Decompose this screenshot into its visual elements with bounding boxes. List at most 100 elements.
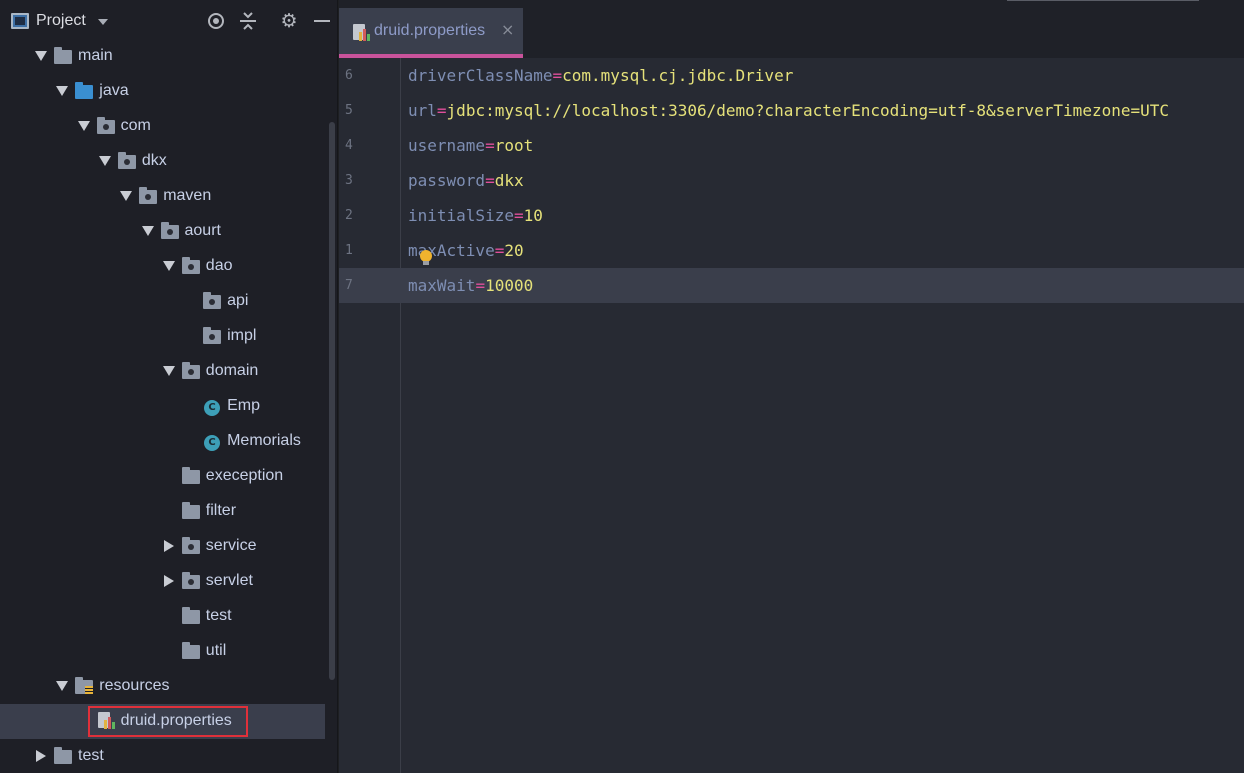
chevron-down-icon[interactable]	[77, 121, 90, 131]
property-value: dkx	[494, 171, 524, 190]
project-tool-window: Project ⚙ main java com dkx maven aourt dao api…	[0, 0, 338, 773]
tree-item[interactable]: maven	[0, 179, 325, 214]
tree-item-label: Memorials	[227, 432, 301, 449]
project-panel-title[interactable]: Project	[36, 12, 86, 30]
chevron-down-icon[interactable]	[162, 261, 175, 271]
folder-icon	[181, 467, 200, 484]
chevron-down-icon[interactable]	[98, 156, 111, 166]
tree-item[interactable]: resources	[0, 669, 325, 704]
tree-item[interactable]: dkx	[0, 144, 325, 179]
collapse-all-icon[interactable]	[238, 11, 258, 31]
lightbulb-icon[interactable]	[419, 250, 433, 266]
tree-item-label: service	[205, 537, 257, 554]
property-key: password	[408, 171, 486, 190]
tree-item[interactable]: C Memorials	[0, 424, 325, 459]
chevron-down-icon[interactable]	[98, 19, 108, 25]
line-number: 5	[345, 103, 353, 118]
tree-item[interactable]: dao	[0, 249, 325, 284]
tree-item-label: domain	[205, 362, 259, 379]
package-folder-icon	[181, 537, 200, 554]
code-text: url=jdbc:mysql://localhost:3306/demo?cha…	[408, 101, 1169, 120]
tree-item[interactable]: com	[0, 109, 325, 144]
tree-item[interactable]: test	[0, 739, 325, 773]
folder-icon	[181, 502, 200, 519]
tree-item[interactable]: test	[0, 599, 325, 634]
chevron-right-icon[interactable]	[163, 540, 174, 552]
code-line[interactable]: 3 password=dkx	[339, 163, 1244, 198]
chevron-down-icon[interactable]	[56, 86, 69, 96]
chevron-down-icon[interactable]	[162, 366, 175, 376]
chevron-right-icon[interactable]	[36, 750, 46, 762]
code-text: maxWait=10000	[408, 276, 533, 295]
tree-item[interactable]: api	[0, 284, 325, 319]
code-line[interactable]: 5 url=jdbc:mysql://localhost:3306/demo?ch…	[339, 93, 1244, 128]
code-line[interactable]: 4 username=root	[339, 128, 1244, 163]
line-number: 6	[345, 68, 353, 83]
package-folder-icon	[181, 257, 200, 274]
close-icon[interactable]: ×	[501, 20, 514, 39]
tab-label: druid.properties	[374, 22, 486, 39]
tree-item[interactable]: domain	[0, 354, 325, 389]
line-number: 7	[345, 278, 353, 293]
tree-item[interactable]: C Emp	[0, 389, 325, 424]
package-folder-icon	[117, 152, 136, 169]
tree-item-label: test	[78, 747, 104, 764]
tree-item[interactable]: java	[0, 74, 325, 109]
tree-item[interactable]: servlet	[0, 564, 325, 599]
code-line[interactable]: 1 maxActive=20	[339, 233, 1244, 268]
tree-item-label: resources	[99, 677, 170, 694]
tree-item[interactable]: service	[0, 529, 325, 564]
property-key: username	[408, 136, 486, 155]
chevron-right-icon[interactable]	[163, 575, 174, 587]
tree-item[interactable]: aourt	[0, 214, 325, 249]
folder-icon	[54, 747, 72, 764]
tree-item-label: api	[227, 292, 249, 309]
code-text: password=dkx	[408, 171, 524, 190]
class-icon: C	[204, 400, 221, 416]
tree-item[interactable]: exeception	[0, 459, 325, 494]
gear-icon[interactable]: ⚙	[279, 11, 299, 31]
locate-file-icon[interactable]	[206, 11, 226, 31]
tree-item[interactable]: util	[0, 634, 325, 669]
selection-highlight-box	[88, 706, 248, 737]
tree-item-label: util	[205, 642, 227, 659]
property-value: jdbc:mysql://localhost:3306/demo?charact…	[446, 101, 1170, 120]
code-line[interactable]: 6 driverClassName=com.mysql.cj.jdbc.Drive…	[339, 58, 1244, 93]
code-line[interactable]: 2 initialSize=10	[339, 198, 1244, 233]
code-text: driverClassName=com.mysql.cj.jdbc.Driver	[408, 66, 793, 85]
package-folder-icon	[181, 362, 200, 379]
equals-sign: =	[485, 171, 495, 190]
package-folder-icon	[139, 187, 158, 204]
tree-item-label: maven	[163, 187, 212, 204]
tree-item[interactable]: filter	[0, 494, 325, 529]
folder-icon	[181, 607, 200, 624]
resources-folder-icon	[75, 677, 94, 695]
tree-item-label: aourt	[184, 222, 221, 239]
tree-item-label: com	[120, 117, 151, 134]
chevron-down-icon[interactable]	[141, 226, 154, 236]
line-number: 4	[345, 138, 353, 153]
property-key: url	[408, 101, 437, 120]
editor-tab-strip: druid.properties ×	[339, 0, 1244, 58]
minimize-icon[interactable]	[312, 11, 332, 31]
property-value: root	[494, 136, 534, 155]
chevron-down-icon[interactable]	[120, 191, 133, 201]
code-line[interactable]: 7 maxWait=10000	[339, 268, 1244, 303]
properties-file-icon	[353, 24, 370, 42]
tab-druid-properties[interactable]: druid.properties ×	[339, 8, 523, 58]
property-value: 20	[504, 241, 524, 260]
property-value: 10000	[485, 276, 534, 295]
property-key: driverClassName	[408, 66, 553, 85]
tree-item[interactable]: main	[0, 39, 325, 74]
chevron-down-icon[interactable]	[35, 51, 47, 61]
tree-scrollbar[interactable]	[329, 122, 335, 680]
tree-item-label: java	[99, 82, 129, 99]
property-value: com.mysql.cj.jdbc.Driver	[562, 66, 794, 85]
tree-item[interactable]: impl	[0, 319, 325, 354]
property-key: maxWait	[408, 276, 476, 295]
line-number: 1	[345, 243, 353, 258]
project-view-icon[interactable]	[11, 13, 29, 29]
chevron-down-icon[interactable]	[56, 681, 69, 691]
code-text: username=root	[408, 136, 533, 155]
tab-strip-divider	[1007, 0, 1199, 1]
